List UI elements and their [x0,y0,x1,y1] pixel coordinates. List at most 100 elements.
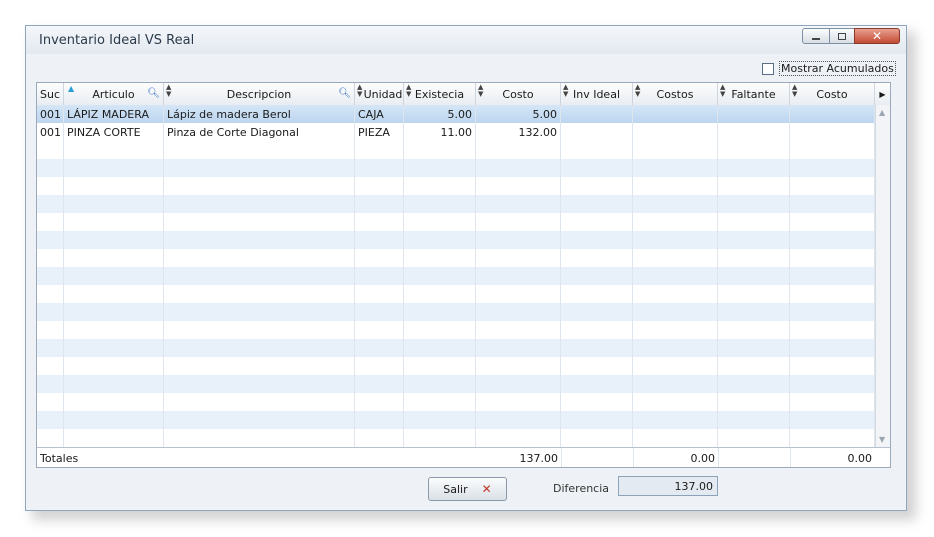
column-header-costo-faltante[interactable]: ▲ ▼ Costo [790,83,875,105]
column-divider [632,195,633,213]
close-icon: ✕ [871,29,883,43]
title-bar[interactable]: Inventario Ideal VS Real ✕ [26,26,906,54]
column-header-descripcion[interactable]: ▲ ▼ Descripcion 🔍︎ [164,83,355,105]
scroll-right-button[interactable]: ▶ [875,83,890,105]
column-header-suc[interactable]: Suc [37,83,64,105]
table-body: 001 LÁPIZ MADERA Lápiz de madera Berol C… [37,105,875,447]
column-header-articulo[interactable]: ▲ Articulo 🔍︎ [64,83,164,105]
search-icon[interactable]: 🔍︎ [338,88,351,99]
empty-row [37,375,875,393]
minimize-button[interactable] [802,28,830,44]
column-header-costo[interactable]: ▲ ▼ Costo [476,83,561,105]
cell-unidad: CAJA [355,105,404,123]
scroll-down-icon[interactable]: ▼ [879,435,885,444]
column-divider [63,375,64,393]
column-divider [354,141,355,159]
table-row[interactable]: 001 PINZA CORTE Pinza de Corte Diagonal … [37,123,875,141]
show-accumulated-label[interactable]: Mostrar Acumulados [779,61,896,76]
column-divider [403,213,404,231]
column-header-existencia[interactable]: ▲ ▼ Existecia [404,83,476,105]
column-divider [163,393,164,411]
column-divider [163,285,164,303]
column-divider [354,159,355,177]
inventory-window: Inventario Ideal VS Real ✕ Mostrar Acumu… [25,25,907,511]
empty-row [37,411,875,429]
column-divider [632,321,633,339]
column-divider [354,177,355,195]
chevron-right-icon: ▶ [879,89,886,99]
column-divider [475,249,476,267]
search-icon[interactable]: 🔍︎ [147,88,160,99]
column-divider [717,375,718,393]
column-divider [163,267,164,285]
column-divider [163,321,164,339]
cell-existencia: 5.00 [404,105,476,123]
totals-costo: 137.00 [519,451,559,465]
column-divider [632,357,633,375]
vertical-scrollbar[interactable]: ▲ ▼ [875,105,890,447]
column-divider [717,339,718,357]
column-divider [632,285,633,303]
column-header-inv-ideal[interactable]: ▲ ▼ Inv Ideal [561,83,633,105]
empty-row [37,339,875,357]
column-header-faltante[interactable]: ▲ ▼ Faltante [718,83,790,105]
column-divider [354,303,355,321]
empty-row [37,357,875,375]
cell-existencia: 11.00 [404,123,476,141]
column-divider [63,177,64,195]
column-divider [63,285,64,303]
column-divider [789,195,790,213]
column-divider [789,213,790,231]
column-divider [717,213,718,231]
column-divider [560,267,561,285]
column-divider [163,231,164,249]
column-divider [789,267,790,285]
empty-row [37,393,875,411]
totals-divider [718,448,719,467]
column-divider [163,213,164,231]
column-divider [560,429,561,447]
sort-icon: ▲ ▼ [792,83,798,98]
scroll-up-icon[interactable]: ▲ [879,108,885,117]
cell-inv-ideal [561,123,633,141]
empty-row [37,303,875,321]
column-divider [163,195,164,213]
show-accumulated-option[interactable]: Mostrar Acumulados [762,61,896,76]
cell-costos [633,123,718,141]
column-divider [475,339,476,357]
cell-unidad: PIEZA [355,123,404,141]
empty-row [37,267,875,285]
column-divider [403,411,404,429]
column-divider [632,267,633,285]
column-divider [717,267,718,285]
column-divider [403,231,404,249]
totals-divider [561,448,562,467]
column-divider [560,393,561,411]
close-button[interactable]: ✕ [854,28,900,44]
column-divider [354,357,355,375]
column-divider [789,285,790,303]
column-divider [632,159,633,177]
column-header-costos[interactable]: ▲ ▼ Costos [633,83,718,105]
column-divider [354,321,355,339]
column-divider [632,177,633,195]
column-divider [717,177,718,195]
exit-button[interactable]: Salir ✕ [428,477,507,501]
column-divider [717,195,718,213]
cell-articulo: LÁPIZ MADERA [64,105,164,123]
column-divider [163,249,164,267]
column-divider [717,357,718,375]
empty-row [37,159,875,177]
maximize-button[interactable] [829,28,855,44]
empty-row [37,231,875,249]
column-divider [63,213,64,231]
column-divider [354,393,355,411]
cell-articulo: PINZA CORTE [64,123,164,141]
column-header-unidad[interactable]: ▲ ▼ Unidad [355,83,404,105]
exit-button-label: Salir [443,482,468,496]
column-divider [403,303,404,321]
cell-costo-faltante [790,123,875,141]
show-accumulated-checkbox[interactable] [762,62,774,75]
table-row[interactable]: 001 LÁPIZ MADERA Lápiz de madera Berol C… [37,105,875,123]
window-title: Inventario Ideal VS Real [39,33,195,48]
